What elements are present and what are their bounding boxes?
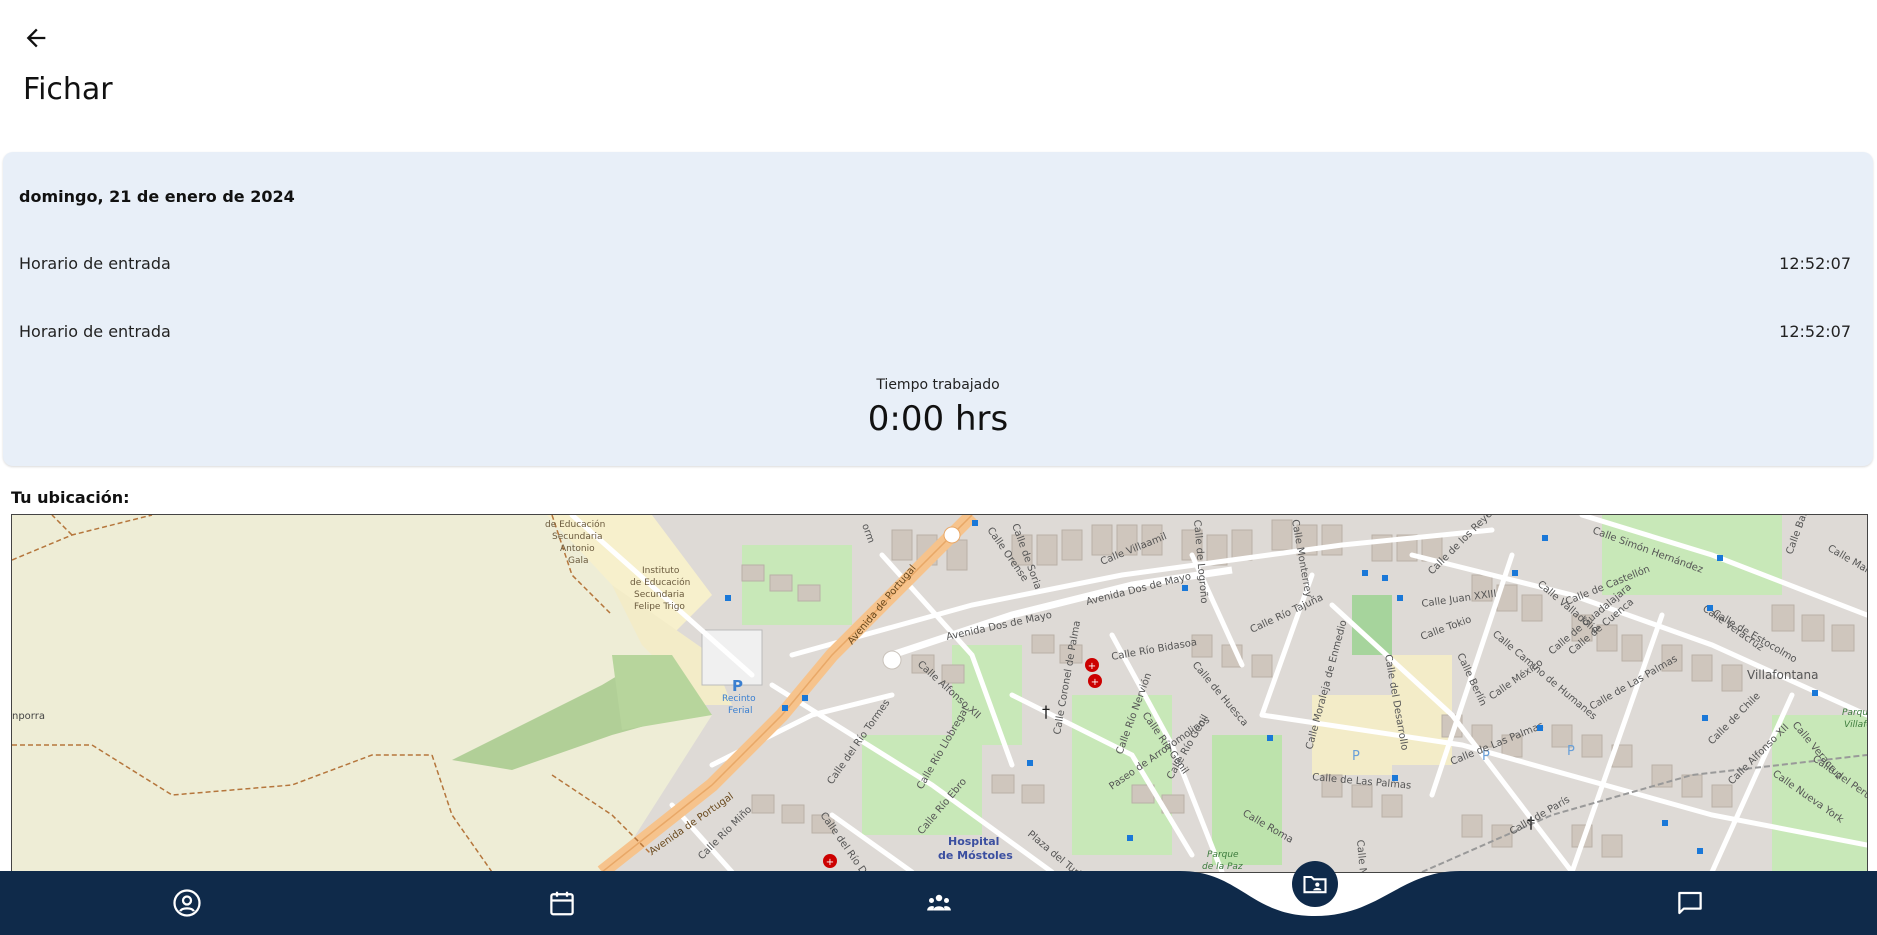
nav-messages[interactable]	[1672, 885, 1708, 921]
nav-profile[interactable]	[169, 885, 205, 921]
entry-time-label-2: Horario de entrada	[19, 322, 171, 341]
entry-time-value: 12:52:07	[1779, 254, 1851, 273]
svg-text:+: +	[1091, 677, 1099, 688]
svg-text:Villafontana: Villafontana	[1747, 668, 1819, 682]
svg-text:Parque: Parque	[1842, 708, 1867, 718]
arrow-left-icon	[26, 28, 46, 48]
svg-text:Ferial: Ferial	[728, 706, 752, 716]
user-circle-icon	[173, 889, 201, 917]
svg-text:P: P	[1567, 744, 1575, 759]
svg-text:Felipe Trigo: Felipe Trigo	[634, 602, 685, 612]
svg-text:Gala: Gala	[568, 556, 589, 566]
svg-text:Parque: Parque	[1207, 850, 1239, 860]
nav-calendar[interactable]	[544, 885, 580, 921]
svg-text:Secundaria: Secundaria	[634, 590, 685, 600]
current-date: domingo, 21 de enero de 2024	[19, 187, 295, 206]
svg-text:Villafo: Villafo	[1844, 720, 1867, 730]
folder-user-icon	[1303, 875, 1327, 894]
svg-text:nporra: nporra	[12, 711, 45, 722]
svg-text:+: +	[826, 857, 834, 868]
nav-team[interactable]	[921, 885, 957, 921]
svg-text:Secundaria: Secundaria	[552, 532, 603, 542]
chat-icon	[1678, 891, 1702, 915]
team-icon	[927, 894, 951, 911]
svg-text:Instituto: Instituto	[642, 566, 680, 576]
clock-in-card: domingo, 21 de enero de 2024 Horario de …	[3, 152, 1873, 466]
location-label: Tu ubicación:	[11, 488, 130, 507]
entry-time-label: Horario de entrada	[19, 254, 171, 273]
svg-text:Antonio: Antonio	[560, 544, 595, 554]
svg-text:Recinto: Recinto	[722, 694, 756, 704]
nav-attendance[interactable]	[1292, 861, 1338, 907]
svg-text:de Educación: de Educación	[630, 577, 690, 588]
worked-time-label: Tiempo trabajado	[876, 377, 1000, 393]
svg-text:Hospital: Hospital	[948, 835, 999, 848]
page-title: Fichar	[23, 72, 113, 107]
svg-text:P: P	[1352, 749, 1360, 764]
worked-time-value: 0:00 hrs	[867, 399, 1009, 439]
svg-text:†: †	[1042, 702, 1050, 721]
svg-text:P: P	[732, 677, 743, 695]
bottom-navigation	[0, 861, 1877, 935]
svg-text:+: +	[1088, 661, 1096, 672]
location-map[interactable]: + + + † † P P P P de Educación Secundari…	[11, 514, 1868, 873]
entry-time-value-2: 12:52:07	[1779, 322, 1851, 341]
calendar-icon	[550, 891, 574, 916]
svg-text:de Educación: de Educación	[545, 519, 605, 530]
back-button[interactable]	[22, 24, 50, 52]
svg-text:de Móstoles: de Móstoles	[938, 849, 1013, 862]
